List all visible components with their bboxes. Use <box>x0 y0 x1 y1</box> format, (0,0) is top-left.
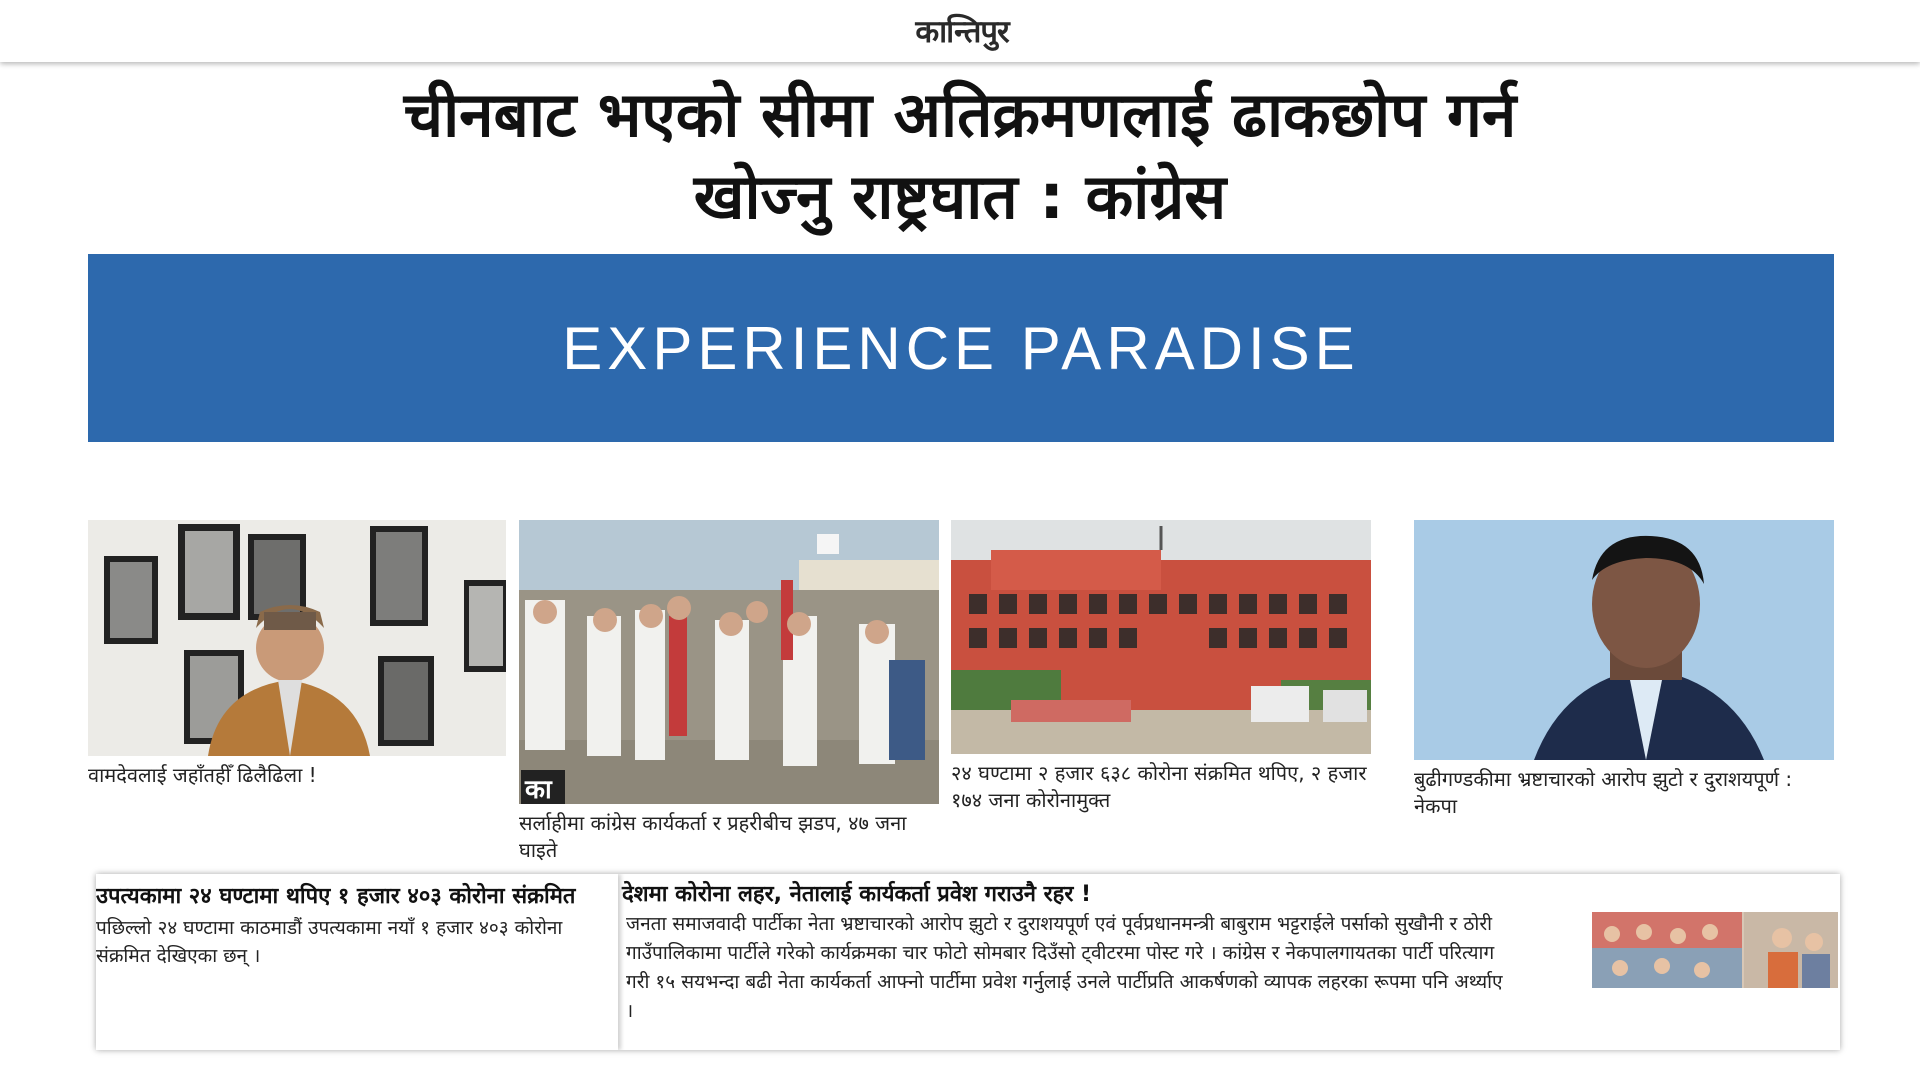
related-story-4[interactable]: बुढीगण्डकीमा भ्रष्टाचारको आरोप झुटो र दु… <box>1414 520 1834 820</box>
story-3-caption: २४ घण्टामा २ हजार ६३८ कोरोना संक्रमित थप… <box>951 761 1367 812</box>
ad-banner-text: EXPERIENCE PARADISE <box>562 315 1360 382</box>
site-logo[interactable]: कान्तिपुर <box>876 10 1048 52</box>
summary-line-4: । <box>626 1000 634 1022</box>
bottom-news-panel: उपत्यकामा २४ घण्टामा थपिए १ हजार ४०३ कोर… <box>96 874 1840 1050</box>
related-story-2[interactable]: का सर्लाहीमा कांग्रेस कार्यकर्ता र प्रहर… <box>519 520 939 864</box>
headline-line-2: खोज्नु राष्ट्रघात : कांग्रेस <box>693 160 1227 233</box>
story-2-image: का <box>519 520 939 804</box>
bottom-right-thumbnail <box>1592 912 1838 988</box>
top-bar: कान्तिपुर <box>0 0 1920 62</box>
related-story-1[interactable]: वामदेवलाई जहाँतहीँ ढिलैढिला ! <box>88 520 508 789</box>
summary-line-3: गरी १५ सयभन्दा बढी नेता कार्यकर्ता आफ्नो… <box>626 971 1503 993</box>
bottom-right-title: देशमा कोरोना लहर, नेतालाई कार्यकर्ता प्र… <box>622 882 1092 907</box>
story-3-image <box>951 520 1371 754</box>
story-2-watermark: का <box>524 775 553 804</box>
bottom-story-left[interactable]: उपत्यकामा २४ घण्टामा थपिए १ हजार ४०३ कोर… <box>96 874 618 1050</box>
bottom-left-title: उपत्यकामा २४ घण्टामा थपिए १ हजार ४०३ कोर… <box>96 884 576 909</box>
story-2-caption: सर्लाहीमा कांग्रेस कार्यकर्ता र प्रहरीबी… <box>519 811 907 862</box>
story-4-image <box>1414 520 1834 760</box>
summary-line-1: जनता समाजवादी पार्टीका नेता भ्रष्टाचारको… <box>626 913 1493 935</box>
bottom-left-summary: पछिल्लो २४ घण्टामा काठमाडौं उपत्यकामा नय… <box>96 917 563 967</box>
bottom-story-right[interactable]: देशमा कोरोना लहर, नेतालाई कार्यकर्ता प्र… <box>622 874 1840 1050</box>
bottom-right-summary: जनता समाजवादी पार्टीका नेता भ्रष्टाचारको… <box>626 910 1596 1026</box>
article-headline: चीनबाट भएको सीमा अतिक्रमणलाई ढाकछोप गर्न… <box>160 74 1760 238</box>
story-1-caption: वामदेवलाई जहाँतहीँ ढिलैढिला ! <box>88 763 317 787</box>
story-4-caption: बुढीगण्डकीमा भ्रष्टाचारको आरोप झुटो र दु… <box>1414 767 1793 818</box>
story-1-image <box>88 520 506 756</box>
related-story-3[interactable]: २४ घण्टामा २ हजार ६३८ कोरोना संक्रमित थप… <box>951 520 1371 814</box>
ad-banner[interactable]: EXPERIENCE PARADISE EXPERIENCE PARADISE <box>88 254 1834 442</box>
headline-line-1: चीनबाट भएको सीमा अतिक्रमणलाई ढाकछोप गर्न <box>403 78 1517 151</box>
summary-line-2: गाउँपालिकामा पार्टीले गरेको कार्यक्रमका … <box>626 942 1495 964</box>
